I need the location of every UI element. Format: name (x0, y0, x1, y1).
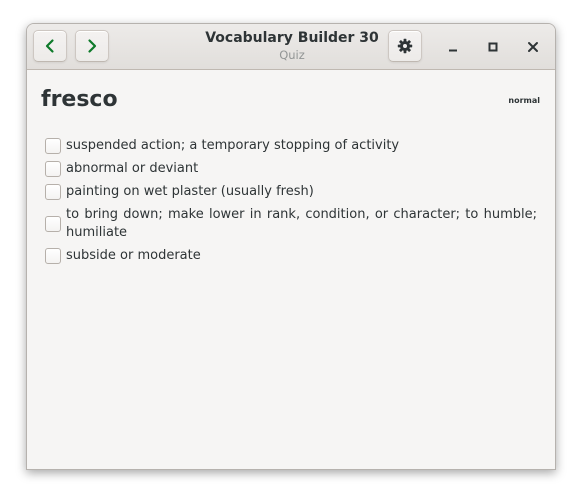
maximize-button[interactable] (481, 35, 505, 59)
answer-option[interactable]: painting on wet plaster (usually fresh) (45, 183, 537, 201)
quiz-word: fresco (41, 87, 118, 112)
answer-checkbox[interactable] (45, 248, 61, 264)
close-icon (528, 42, 538, 52)
maximize-icon (488, 42, 498, 52)
forward-button[interactable] (75, 30, 109, 62)
answer-checkbox[interactable] (45, 161, 61, 177)
chevron-right-icon (88, 39, 97, 53)
answer-option[interactable]: to bring down; make lower in rank, condi… (45, 206, 537, 242)
gear-icon (397, 38, 413, 54)
close-button[interactable] (521, 35, 545, 59)
answer-option[interactable]: suspended action; a temporary stopping o… (45, 137, 537, 155)
quiz-content: fresco normal suspended action; a tempor… (27, 70, 555, 469)
minimize-icon (449, 49, 457, 52)
answer-option[interactable]: abnormal or deviant (45, 160, 537, 178)
chevron-left-icon (45, 39, 54, 53)
answer-options: suspended action; a temporary stopping o… (45, 137, 537, 270)
answer-label[interactable]: painting on wet plaster (usually fresh) (66, 183, 314, 201)
difficulty-level: normal (508, 96, 540, 105)
header-bar: Vocabulary Builder 30 Quiz (27, 24, 555, 70)
answer-option[interactable]: subside or moderate (45, 247, 537, 265)
answer-checkbox[interactable] (45, 184, 61, 200)
window-subtitle: Quiz (279, 48, 305, 62)
answer-label[interactable]: suspended action; a temporary stopping o… (66, 137, 399, 155)
window-title: Vocabulary Builder 30 (205, 30, 379, 46)
back-button[interactable] (33, 30, 67, 62)
answer-checkbox[interactable] (45, 216, 61, 232)
answer-label[interactable]: to bring down; make lower in rank, condi… (66, 206, 537, 242)
answer-label[interactable]: subside or moderate (66, 247, 201, 265)
title-box: Vocabulary Builder 30 Quiz (167, 29, 417, 63)
answer-checkbox[interactable] (45, 138, 61, 154)
answer-label[interactable]: abnormal or deviant (66, 160, 198, 178)
settings-button[interactable] (388, 30, 422, 62)
app-window: Vocabulary Builder 30 Quiz fresco normal… (26, 23, 556, 470)
minimize-button[interactable] (441, 35, 465, 59)
